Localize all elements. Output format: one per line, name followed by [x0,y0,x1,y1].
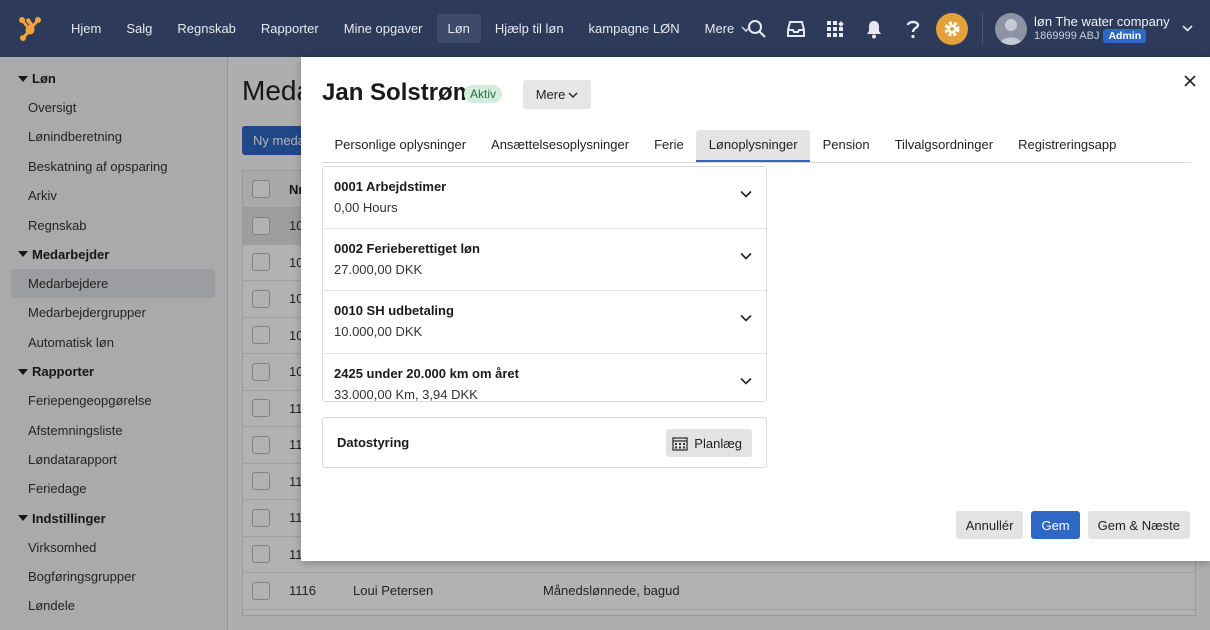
account-number: 1869999 ABJ [1034,29,1100,42]
user-name: løn The water company [1034,13,1170,29]
nav-lon[interactable]: Løn [436,14,481,43]
logo-icon [19,16,41,41]
employee-dialog: Jan Solstrøm Aktiv Mere Personlige oplys… [301,57,1210,561]
more-button[interactable]: Mere [523,80,591,109]
wage-item-name: 2425 under 20.000 km om året [334,365,519,381]
chevron-down-icon[interactable] [740,190,752,198]
save-button[interactable]: Gem [1031,511,1080,539]
wage-item-value: 10.000,00 DKK [334,324,423,340]
wage-item-name: 0001 Arbejdstimer [334,179,447,194]
main-nav: Hjem Salg Regnskab Rapporter Mine opgave… [60,0,765,57]
top-icon-group: løn The water company 1869999 ABJ Admin [737,0,1193,57]
tab-tilvalgsordninger[interactable]: Tilvalgsordninger [882,130,1006,162]
more-button-label: Mere [535,87,566,102]
dialog-footer: Annullér Gem Gem & Næste [955,511,1190,539]
top-navigation-bar: Hjem Salg Regnskab Rapporter Mine opgave… [0,0,1210,57]
app-logo[interactable] [0,0,60,57]
employee-name-heading: Jan Solstrøm [322,79,475,106]
wage-item-value: 33.000,00 Km, 3,94 DKK [334,386,478,402]
tab-ansaettelsesoplysninger[interactable]: Ansættelsesoplysninger [479,130,642,162]
chevron-down-icon [1182,25,1193,32]
chevron-down-icon[interactable] [740,314,752,323]
wage-items-list: 0001 Arbejdstimer 0,00 Hours 0002 Ferieb… [322,166,767,402]
calendar-icon [672,436,688,451]
wage-item[interactable]: 0010 SH udbetaling 10.000,00 DKK [323,291,766,354]
nav-rapporter[interactable]: Rapporter [250,14,330,43]
avatar [995,12,1027,45]
chevron-down-icon [568,92,578,98]
plan-button-label: Planlæg [694,435,742,451]
tab-personlige-oplysninger[interactable]: Personlige oplysninger [322,130,479,162]
wage-item[interactable]: 2425 under 20.000 km om året 33.000,00 K… [323,354,766,402]
search-icon[interactable] [737,0,776,57]
chevron-down-icon[interactable] [740,377,752,385]
role-badge: Admin [1103,29,1147,43]
save-next-button[interactable]: Gem & Næste [1087,511,1190,539]
chevron-down-icon[interactable] [740,252,752,260]
nav-kampagne-lon[interactable]: kampagne LØN [578,14,691,43]
tab-lonoplysninger[interactable]: Lønoplysninger [696,130,811,162]
status-badge: Aktiv [464,85,503,103]
wage-item-name: 0002 Ferieberettiget løn [334,241,480,257]
tab-pension[interactable]: Pension [810,130,882,162]
wage-item[interactable]: 0002 Ferieberettiget løn 27.000,00 DKK [323,229,766,292]
date-control-panel: Datostyring Planlæg [322,417,767,468]
gear-icon[interactable] [936,12,968,45]
user-silhouette-icon [1000,18,1022,45]
date-control-label: Datostyring [337,435,410,450]
wage-item-name: 0010 SH udbetaling [334,303,454,319]
nav-regnskab[interactable]: Regnskab [166,14,247,43]
close-icon [1184,75,1196,87]
divider [982,12,983,45]
wage-item-value: 0,00 Hours [334,200,398,215]
tab-registreringsapp[interactable]: Registreringsapp [1006,130,1129,162]
bell-icon[interactable] [854,0,893,57]
nav-mine-opgaver[interactable]: Mine opgaver [333,14,434,43]
nav-hjaelp-til-lon[interactable]: Hjælp til løn [484,14,575,43]
apps-icon[interactable] [815,0,854,57]
help-icon[interactable] [893,0,932,57]
wage-item-value: 27.000,00 DKK [334,262,423,278]
wage-item[interactable]: 0001 Arbejdstimer 0,00 Hours [323,167,766,230]
user-menu[interactable]: løn The water company 1869999 ABJ Admin [995,12,1193,45]
tab-ferie[interactable]: Ferie [642,130,697,162]
plan-button[interactable]: Planlæg [666,429,752,457]
nav-more-label: Mere [704,21,735,36]
nav-salg[interactable]: Salg [115,14,163,43]
inbox-icon[interactable] [776,0,815,57]
tab-bar: Personlige oplysninger Ansættelsesoplysn… [322,130,1191,163]
close-button[interactable] [1179,70,1201,92]
cancel-button[interactable]: Annullér [955,511,1024,539]
nav-hjem[interactable]: Hjem [60,14,112,43]
